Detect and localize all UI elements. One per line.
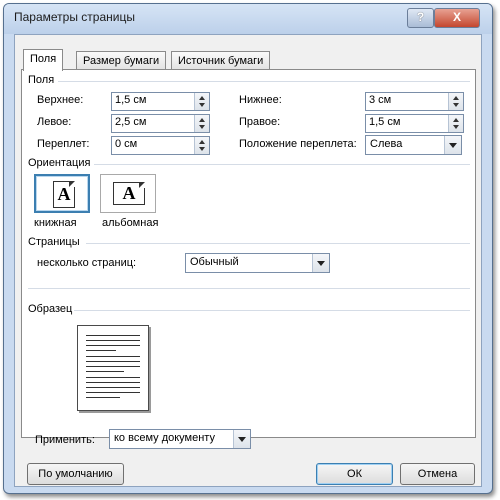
page-setup-dialog: Параметры страницы ? X Поля Размер бумаг… xyxy=(3,3,493,494)
top-margin-value[interactable]: 1,5 см xyxy=(115,94,146,106)
preview-line xyxy=(86,392,140,393)
preview-line xyxy=(86,387,140,388)
gutter-spinner[interactable]: 0 см xyxy=(111,136,210,155)
spin-up-icon[interactable] xyxy=(199,96,205,100)
tab-paper-source[interactable]: Источник бумаги xyxy=(171,51,271,70)
set-default-button[interactable]: По умолчанию xyxy=(27,463,124,485)
tab-margins[interactable]: Поля xyxy=(23,49,64,71)
gutter-position-select[interactable]: Слева xyxy=(365,135,462,155)
preview-line xyxy=(86,377,140,378)
spin-arrows[interactable] xyxy=(194,115,209,132)
title-bar: Параметры страницы ? X xyxy=(4,4,492,34)
top-margin-label: Верхнее: xyxy=(37,94,84,106)
preview-top-separator xyxy=(28,288,470,289)
margins-section-label: Поля xyxy=(28,74,55,86)
apply-to-value[interactable]: ко всему документу xyxy=(114,432,215,444)
gutter-position-label: Положение переплета: xyxy=(239,138,357,150)
right-margin-spinner[interactable]: 1,5 см xyxy=(365,114,464,133)
page-preview xyxy=(77,325,149,411)
spin-up-icon[interactable] xyxy=(453,96,459,100)
portrait-page-icon: A xyxy=(53,181,75,208)
spin-down-icon[interactable] xyxy=(199,103,205,107)
portrait-label[interactable]: книжная xyxy=(34,217,77,229)
multiple-pages-select[interactable]: Обычный xyxy=(185,253,330,273)
bottom-margin-value[interactable]: 3 см xyxy=(369,94,391,106)
landscape-label[interactable]: альбомная xyxy=(102,217,158,229)
spin-down-icon[interactable] xyxy=(199,125,205,129)
dropdown-button[interactable] xyxy=(233,430,250,448)
preview-line xyxy=(86,397,120,398)
landscape-page-icon: A xyxy=(113,182,145,205)
preview-line xyxy=(86,361,140,362)
preview-line xyxy=(86,366,140,367)
left-margin-value[interactable]: 2,5 см xyxy=(115,116,146,128)
preview-line xyxy=(86,356,140,357)
spin-arrows[interactable] xyxy=(194,93,209,110)
spin-up-icon[interactable] xyxy=(453,118,459,122)
preview-line xyxy=(86,345,140,346)
spin-arrows[interactable] xyxy=(194,137,209,154)
multiple-pages-label: несколько страниц: xyxy=(37,257,137,269)
apply-to-label: Применить: xyxy=(35,434,95,446)
ok-button[interactable]: ОК xyxy=(316,463,393,485)
portrait-option[interactable]: A xyxy=(34,174,90,213)
preview-section-label: Образец xyxy=(28,303,73,315)
gutter-label: Переплет: xyxy=(37,138,90,150)
chevron-down-icon[interactable] xyxy=(449,143,457,148)
gutter-position-value[interactable]: Слева xyxy=(370,138,402,150)
page-fold-icon xyxy=(69,181,75,187)
chevron-down-icon[interactable] xyxy=(317,261,325,266)
left-margin-label: Левое: xyxy=(37,116,72,128)
spin-down-icon[interactable] xyxy=(453,125,459,129)
spin-down-icon[interactable] xyxy=(199,147,205,151)
dialog-body: Поля Размер бумаги Источник бумаги Поля … xyxy=(14,34,482,487)
pages-separator xyxy=(86,243,470,244)
cancel-button[interactable]: Отмена xyxy=(400,463,475,485)
preview-line xyxy=(86,382,140,383)
top-margin-spinner[interactable]: 1,5 см xyxy=(111,92,210,111)
orientation-section-label: Ориентация xyxy=(28,157,91,169)
help-button[interactable]: ? xyxy=(407,8,434,28)
orientation-separator xyxy=(94,164,470,165)
margins-separator xyxy=(58,81,470,82)
spin-up-icon[interactable] xyxy=(199,118,205,122)
preview-line xyxy=(86,335,140,336)
right-margin-value[interactable]: 1,5 см xyxy=(369,116,400,128)
right-margin-label: Правое: xyxy=(239,116,281,128)
spin-arrows[interactable] xyxy=(448,115,463,132)
gutter-value[interactable]: 0 см xyxy=(115,138,137,150)
dropdown-button[interactable] xyxy=(312,254,329,272)
spin-up-icon[interactable] xyxy=(199,140,205,144)
spin-arrows[interactable] xyxy=(448,93,463,110)
preview-separator xyxy=(74,310,470,311)
spin-down-icon[interactable] xyxy=(453,103,459,107)
dropdown-button[interactable] xyxy=(444,136,461,154)
bottom-margin-spinner[interactable]: 3 см xyxy=(365,92,464,111)
preview-line xyxy=(86,340,140,341)
preview-line xyxy=(86,371,124,372)
preview-line xyxy=(86,350,116,351)
dialog-title: Параметры страницы xyxy=(14,10,135,24)
landscape-option[interactable]: A xyxy=(100,174,156,213)
left-margin-spinner[interactable]: 2,5 см xyxy=(111,114,210,133)
chevron-down-icon[interactable] xyxy=(238,437,246,442)
multiple-pages-value[interactable]: Обычный xyxy=(190,256,239,268)
tab-paper-size[interactable]: Размер бумаги xyxy=(76,51,167,70)
apply-to-select[interactable]: ко всему документу xyxy=(109,429,251,449)
page-fold-icon xyxy=(139,182,145,188)
pages-section-label: Страницы xyxy=(28,236,80,248)
bottom-margin-label: Нижнее: xyxy=(239,94,282,106)
close-button[interactable]: X xyxy=(434,8,480,28)
